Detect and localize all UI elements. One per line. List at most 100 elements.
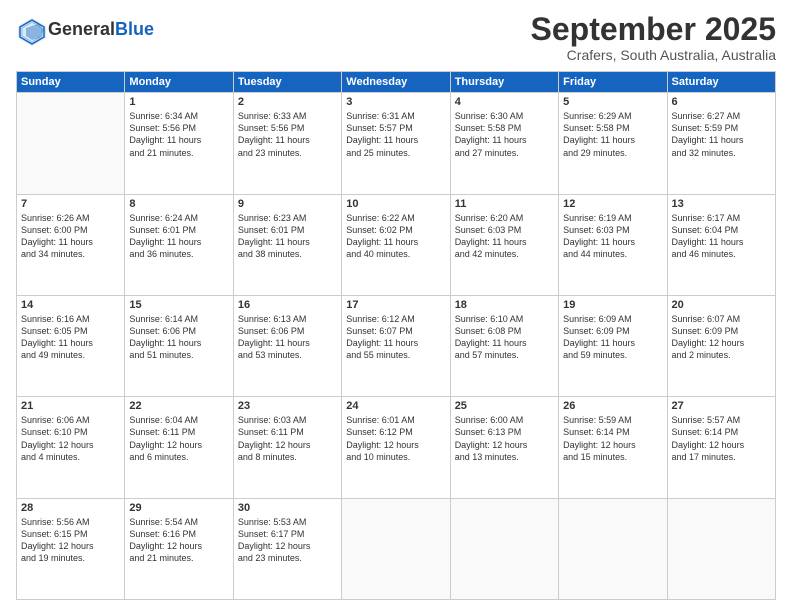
calendar-cell: 12 Sunrise: 6:19 AMSunset: 6:03 PMDayligh… [559, 194, 667, 295]
day-number: 26 [563, 400, 662, 412]
day-info: Sunrise: 6:31 AMSunset: 5:57 PMDaylight:… [346, 110, 445, 159]
day-info: Sunrise: 6:14 AMSunset: 6:06 PMDaylight:… [129, 313, 228, 362]
day-number: 11 [455, 198, 554, 210]
calendar-cell [17, 93, 125, 194]
calendar-cell: 24 Sunrise: 6:01 AMSunset: 6:12 PMDayligh… [342, 397, 450, 498]
calendar-cell: 14 Sunrise: 6:16 AMSunset: 6:05 PMDayligh… [17, 295, 125, 396]
day-info: Sunrise: 5:56 AMSunset: 6:15 PMDaylight:… [21, 516, 120, 565]
calendar-cell: 26 Sunrise: 5:59 AMSunset: 6:14 PMDayligh… [559, 397, 667, 498]
day-info: Sunrise: 6:10 AMSunset: 6:08 PMDaylight:… [455, 313, 554, 362]
calendar-cell: 3 Sunrise: 6:31 AMSunset: 5:57 PMDaylight… [342, 93, 450, 194]
calendar-cell: 15 Sunrise: 6:14 AMSunset: 6:06 PMDayligh… [125, 295, 233, 396]
day-info: Sunrise: 6:13 AMSunset: 6:06 PMDaylight:… [238, 313, 337, 362]
day-number: 24 [346, 400, 445, 412]
day-number: 16 [238, 299, 337, 311]
day-number: 4 [455, 96, 554, 108]
day-info: Sunrise: 5:57 AMSunset: 6:14 PMDaylight:… [672, 414, 771, 463]
week-row-1: 7Sunrise: 6:26 AMSunset: 6:00 PMDaylight… [17, 194, 776, 295]
day-number: 19 [563, 299, 662, 311]
col-header-monday: Monday [125, 72, 233, 93]
col-header-wednesday: Wednesday [342, 72, 450, 93]
calendar-cell [450, 498, 558, 599]
calendar-cell: 16 Sunrise: 6:13 AMSunset: 6:06 PMDayligh… [233, 295, 341, 396]
calendar-cell: 13 Sunrise: 6:17 AMSunset: 6:04 PMDayligh… [667, 194, 775, 295]
col-header-saturday: Saturday [667, 72, 775, 93]
day-info: Sunrise: 6:03 AMSunset: 6:11 PMDaylight:… [238, 414, 337, 463]
day-info: Sunrise: 6:33 AMSunset: 5:56 PMDaylight:… [238, 110, 337, 159]
day-number: 21 [21, 400, 120, 412]
day-info: Sunrise: 5:59 AMSunset: 6:14 PMDaylight:… [563, 414, 662, 463]
day-number: 28 [21, 502, 120, 514]
day-info: Sunrise: 6:19 AMSunset: 6:03 PMDaylight:… [563, 212, 662, 261]
day-number: 23 [238, 400, 337, 412]
week-row-3: 21Sunrise: 6:06 AMSunset: 6:10 PMDayligh… [17, 397, 776, 498]
day-number: 15 [129, 299, 228, 311]
day-number: 12 [563, 198, 662, 210]
day-number: 27 [672, 400, 771, 412]
day-number: 8 [129, 198, 228, 210]
calendar-cell [559, 498, 667, 599]
day-info: Sunrise: 5:53 AMSunset: 6:17 PMDaylight:… [238, 516, 337, 565]
calendar-cell: 23 Sunrise: 6:03 AMSunset: 6:11 PMDayligh… [233, 397, 341, 498]
calendar-cell: 29Sunrise: 5:54 AMSunset: 6:16 PMDayligh… [125, 498, 233, 599]
day-number: 2 [238, 96, 337, 108]
calendar-cell: 10 Sunrise: 6:22 AMSunset: 6:02 PMDayligh… [342, 194, 450, 295]
calendar-cell: 1Sunrise: 6:34 AMSunset: 5:56 PMDaylight… [125, 93, 233, 194]
day-info: Sunrise: 6:29 AMSunset: 5:58 PMDaylight:… [563, 110, 662, 159]
month-title: September 2025 [531, 12, 776, 47]
day-number: 22 [129, 400, 228, 412]
calendar-cell [342, 498, 450, 599]
calendar-cell: 27 Sunrise: 5:57 AMSunset: 6:14 PMDayligh… [667, 397, 775, 498]
day-number: 29 [129, 502, 228, 514]
day-number: 25 [455, 400, 554, 412]
logo-blue: Blue [115, 19, 154, 39]
header: GeneralBlue September 2025 Crafers, Sout… [16, 12, 776, 63]
day-info: Sunrise: 6:01 AMSunset: 6:12 PMDaylight:… [346, 414, 445, 463]
day-info: Sunrise: 6:09 AMSunset: 6:09 PMDaylight:… [563, 313, 662, 362]
logo-icon [16, 16, 44, 44]
day-info: Sunrise: 6:34 AMSunset: 5:56 PMDaylight:… [129, 110, 228, 159]
day-info: Sunrise: 6:27 AMSunset: 5:59 PMDaylight:… [672, 110, 771, 159]
col-header-sunday: Sunday [17, 72, 125, 93]
day-number: 3 [346, 96, 445, 108]
day-info: Sunrise: 6:04 AMSunset: 6:11 PMDaylight:… [129, 414, 228, 463]
location: Crafers, South Australia, Australia [531, 47, 776, 63]
day-info: Sunrise: 6:17 AMSunset: 6:04 PMDaylight:… [672, 212, 771, 261]
day-info: Sunrise: 6:24 AMSunset: 6:01 PMDaylight:… [129, 212, 228, 261]
logo-text: GeneralBlue [48, 20, 154, 40]
day-number: 10 [346, 198, 445, 210]
day-info: Sunrise: 6:26 AMSunset: 6:00 PMDaylight:… [21, 212, 120, 261]
calendar-cell: 2 Sunrise: 6:33 AMSunset: 5:56 PMDaylight… [233, 93, 341, 194]
calendar: SundayMondayTuesdayWednesdayThursdayFrid… [16, 71, 776, 600]
calendar-cell: 28 Sunrise: 5:56 AMSunset: 6:15 PMDayligh… [17, 498, 125, 599]
calendar-cell: 8 Sunrise: 6:24 AMSunset: 6:01 PMDaylight… [125, 194, 233, 295]
day-number: 5 [563, 96, 662, 108]
day-number: 6 [672, 96, 771, 108]
calendar-cell: 25Sunrise: 6:00 AMSunset: 6:13 PMDayligh… [450, 397, 558, 498]
calendar-cell: 30 Sunrise: 5:53 AMSunset: 6:17 PMDayligh… [233, 498, 341, 599]
day-info: Sunrise: 6:23 AMSunset: 6:01 PMDaylight:… [238, 212, 337, 261]
calendar-cell: 22 Sunrise: 6:04 AMSunset: 6:11 PMDayligh… [125, 397, 233, 498]
day-number: 18 [455, 299, 554, 311]
day-info: Sunrise: 6:30 AMSunset: 5:58 PMDaylight:… [455, 110, 554, 159]
day-number: 20 [672, 299, 771, 311]
col-header-thursday: Thursday [450, 72, 558, 93]
calendar-cell: 4 Sunrise: 6:30 AMSunset: 5:58 PMDaylight… [450, 93, 558, 194]
day-info: Sunrise: 6:07 AMSunset: 6:09 PMDaylight:… [672, 313, 771, 362]
calendar-table: SundayMondayTuesdayWednesdayThursdayFrid… [16, 71, 776, 600]
day-info: Sunrise: 6:16 AMSunset: 6:05 PMDaylight:… [21, 313, 120, 362]
calendar-cell: 21Sunrise: 6:06 AMSunset: 6:10 PMDayligh… [17, 397, 125, 498]
day-number: 14 [21, 299, 120, 311]
week-row-0: 1Sunrise: 6:34 AMSunset: 5:56 PMDaylight… [17, 93, 776, 194]
day-number: 17 [346, 299, 445, 311]
day-number: 30 [238, 502, 337, 514]
day-number: 13 [672, 198, 771, 210]
calendar-cell: 20 Sunrise: 6:07 AMSunset: 6:09 PMDayligh… [667, 295, 775, 396]
logo: GeneralBlue [16, 16, 154, 44]
calendar-cell: 19 Sunrise: 6:09 AMSunset: 6:09 PMDayligh… [559, 295, 667, 396]
calendar-cell: 5 Sunrise: 6:29 AMSunset: 5:58 PMDaylight… [559, 93, 667, 194]
page: GeneralBlue September 2025 Crafers, Sout… [0, 0, 792, 612]
day-info: Sunrise: 6:12 AMSunset: 6:07 PMDaylight:… [346, 313, 445, 362]
day-info: Sunrise: 6:22 AMSunset: 6:02 PMDaylight:… [346, 212, 445, 261]
calendar-cell [667, 498, 775, 599]
